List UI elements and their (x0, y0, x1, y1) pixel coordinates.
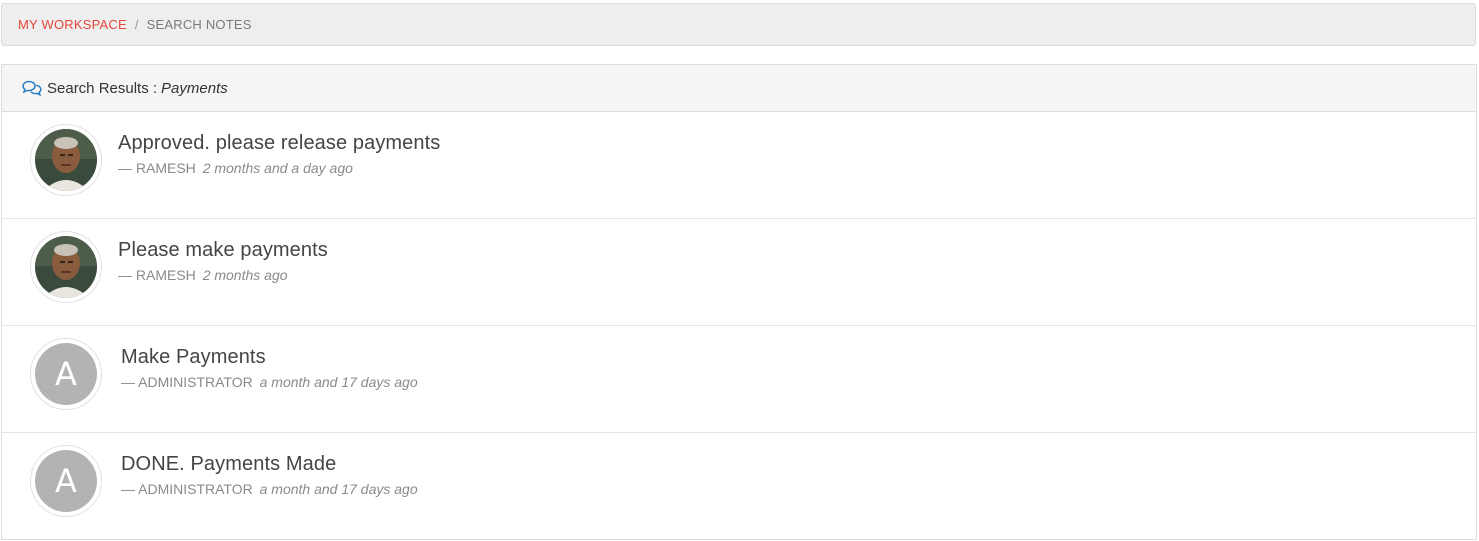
note-meta: — RAMESH 2 months ago (118, 267, 328, 283)
note-timestamp: 2 months ago (202, 267, 288, 283)
meta-dash: — (121, 374, 135, 390)
avatar-photo (35, 236, 97, 298)
meta-dash: — (118, 160, 132, 176)
note-title-link[interactable]: DONE. Payments Made (121, 453, 418, 476)
result-item: Approved. please release payments — RAME… (2, 112, 1476, 219)
panel-heading-label: Search Results : (47, 79, 158, 97)
meta-dash: — (121, 481, 135, 497)
avatar[interactable] (30, 124, 102, 196)
avatar-letter: A (35, 450, 97, 512)
note-title-link[interactable]: Approved. please release payments (118, 132, 440, 155)
note-timestamp: a month and 17 days ago (259, 374, 418, 390)
results-list: Approved. please release payments — RAME… (2, 112, 1476, 540)
result-item: A Make Payments — ADMINISTRATOR a month … (2, 326, 1476, 433)
result-item: Please make payments — RAMESH 2 months a… (2, 219, 1476, 326)
result-item: A DONE. Payments Made — ADMINISTRATOR a … (2, 433, 1476, 540)
breadcrumb-current: SEARCH NOTES (146, 17, 252, 32)
note-timestamp: 2 months and a day ago (202, 160, 353, 176)
note-meta: — ADMINISTRATOR a month and 17 days ago (121, 374, 418, 390)
search-query: Payments (161, 79, 228, 97)
note-body: Please make payments — RAMESH 2 months a… (118, 239, 328, 283)
note-timestamp: a month and 17 days ago (259, 481, 418, 497)
note-body: Approved. please release payments — RAME… (118, 132, 440, 176)
avatar-photo (35, 129, 97, 191)
panel-header: Search Results : Payments (2, 65, 1476, 112)
avatar[interactable]: A (30, 445, 102, 517)
search-results-panel: Search Results : Payments Approved. plea… (1, 64, 1477, 540)
note-meta: — ADMINISTRATOR a month and 17 days ago (121, 481, 418, 497)
breadcrumb: MY WORKSPACE / SEARCH NOTES (1, 3, 1476, 46)
note-title-link[interactable]: Make Payments (121, 346, 418, 369)
note-meta: — RAMESH 2 months and a day ago (118, 160, 440, 176)
note-title-link[interactable]: Please make payments (118, 239, 328, 262)
note-author: RAMESH (135, 267, 196, 283)
note-author: ADMINISTRATOR (138, 374, 253, 390)
note-author: ADMINISTRATOR (138, 481, 253, 497)
meta-dash: — (118, 267, 132, 283)
note-body: Make Payments — ADMINISTRATOR a month an… (121, 346, 418, 390)
comments-icon (22, 80, 42, 96)
note-body: DONE. Payments Made — ADMINISTRATOR a mo… (121, 453, 418, 497)
avatar[interactable] (30, 231, 102, 303)
note-author: RAMESH (135, 160, 196, 176)
avatar[interactable]: A (30, 338, 102, 410)
avatar-letter: A (35, 343, 97, 405)
breadcrumb-home-link[interactable]: MY WORKSPACE (18, 17, 127, 32)
breadcrumb-separator: / (134, 17, 139, 32)
